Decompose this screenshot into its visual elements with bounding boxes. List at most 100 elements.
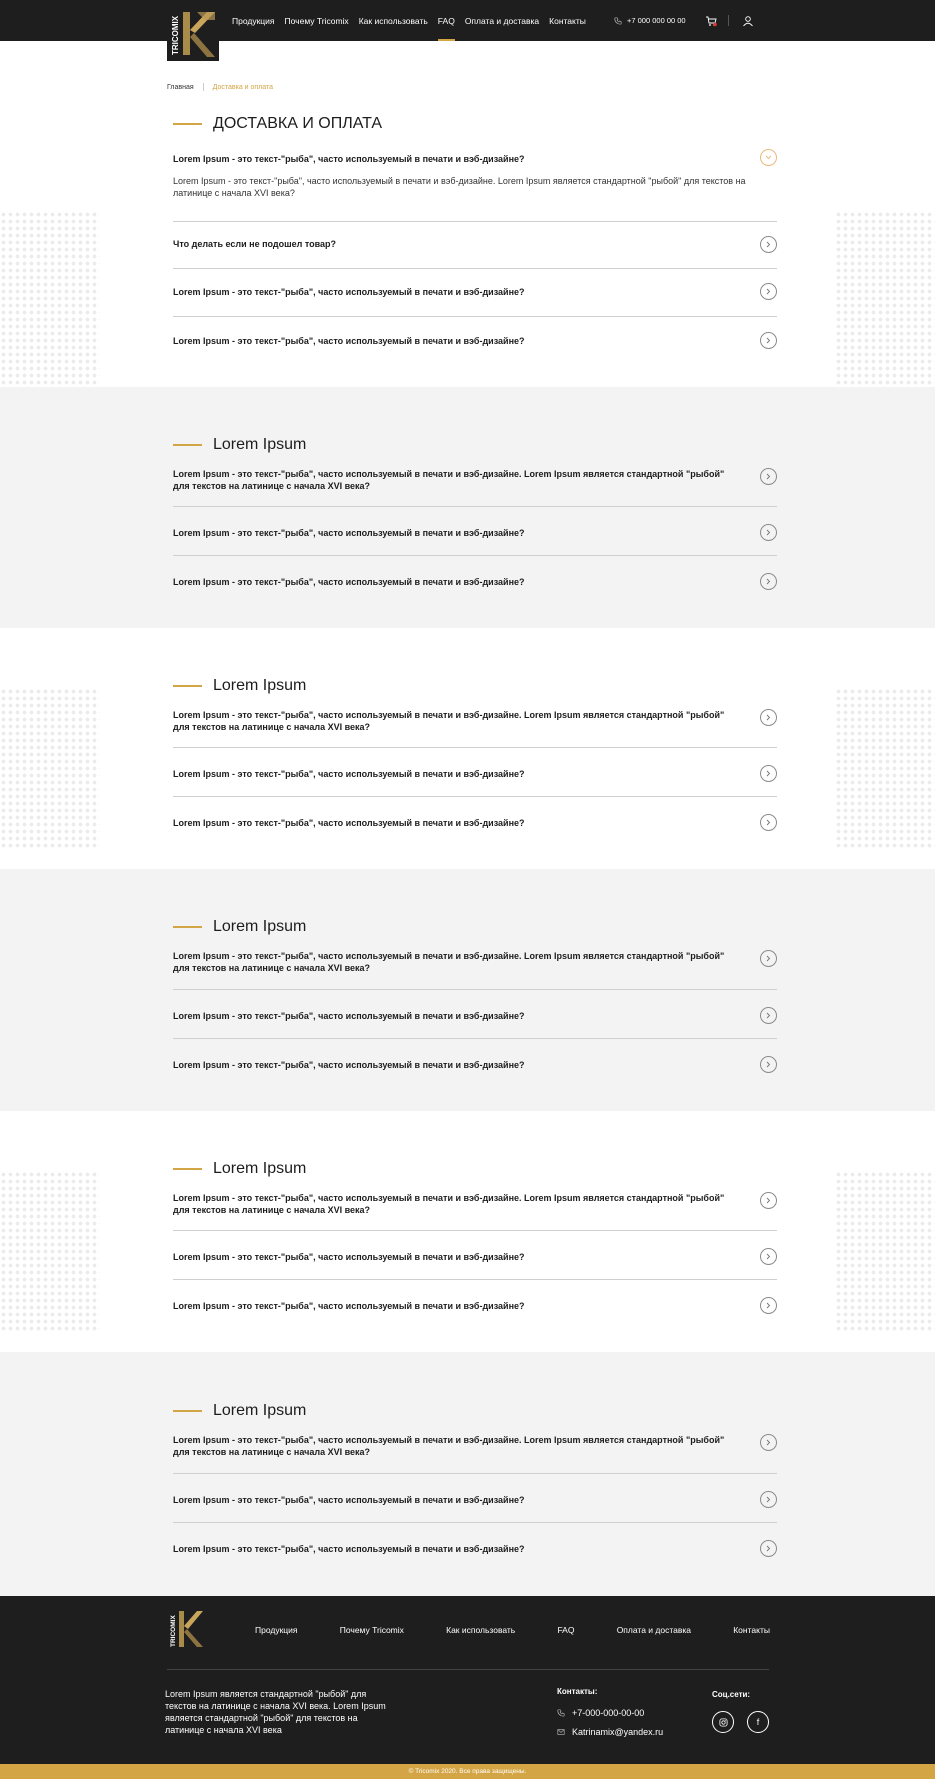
expand-button[interactable]	[760, 236, 777, 253]
faq-question: Lorem Ipsum - это текст-"рыба", часто ис…	[173, 1495, 525, 1505]
faq-question: Lorem Ipsum - это текст-"рыба", часто ис…	[173, 287, 525, 297]
expand-button[interactable]	[760, 765, 777, 782]
logo[interactable]: TRICOMIX	[167, 8, 219, 61]
chevron-right-icon	[766, 1496, 771, 1503]
faq-question: Lorem Ipsum - это текст-"рыба", часто ис…	[173, 528, 525, 538]
svg-text:TRICOMIX: TRICOMIX	[171, 15, 180, 55]
expand-button[interactable]	[760, 468, 777, 485]
header-phone[interactable]: +7 000 000 00 00	[614, 0, 686, 41]
decor-dots	[835, 688, 935, 848]
faq-item[interactable]: Lorem Ipsum - это текст-"рыба", часто ис…	[173, 1189, 777, 1231]
expand-button[interactable]	[760, 1007, 777, 1024]
title-accent-line	[173, 1168, 202, 1170]
chevron-right-icon	[766, 955, 771, 962]
expand-button[interactable]	[760, 1297, 777, 1314]
footer-logo[interactable]: TRICOMIX	[167, 1610, 205, 1653]
section-title: Lorem Ipsum	[173, 1160, 306, 1178]
footer-nav-contacts[interactable]: Контакты	[733, 1625, 770, 1635]
footer-nav-how-to-use[interactable]: Как использовать	[446, 1625, 515, 1635]
faq-question: Lorem Ipsum - это текст-"рыба", часто ис…	[173, 1544, 525, 1554]
page-title: ДОСТАВКА И ОПЛАТА	[213, 115, 383, 132]
title-accent-line	[173, 1410, 202, 1412]
footer-nav: Продукция Почему Tricomix Как использова…	[255, 1625, 770, 1635]
faq-answer: Lorem Ipsum - это текст-"рыба", часто ис…	[173, 176, 746, 198]
expand-button[interactable]	[760, 524, 777, 541]
expand-button[interactable]	[760, 1491, 777, 1508]
nav-item-why[interactable]: Почему Tricomix	[285, 0, 349, 41]
chevron-right-icon	[766, 1197, 771, 1204]
faq-item[interactable]: Lorem Ipsum - это текст-"рыба", часто ис…	[173, 1431, 777, 1474]
faq-item[interactable]: Lorem Ipsum - это текст-"рыба", часто ис…	[173, 465, 777, 507]
expand-button[interactable]	[760, 950, 777, 967]
header-phone-text: +7 000 000 00 00	[627, 16, 686, 25]
faq-section: Lorem Ipsum Lorem Ipsum - это текст-"рыб…	[0, 869, 935, 1111]
expand-button[interactable]	[760, 1248, 777, 1265]
faq-item[interactable]: Lorem Ipsum - это текст-"рыба", часто ис…	[173, 797, 777, 847]
faq-item[interactable]: Lorem Ipsum - это текст-"рыба", часто ис…	[173, 1280, 777, 1330]
faq-item[interactable]: Lorem Ipsum - это текст-"рыба", часто ис…	[173, 507, 777, 556]
chevron-right-icon	[766, 1545, 771, 1552]
faq-item[interactable]: Lorem Ipsum - это текст-"рыба", часто ис…	[173, 317, 777, 365]
expand-button[interactable]	[760, 573, 777, 590]
footer-email-text: Katrinamix@yandex.ru	[572, 1727, 664, 1737]
faq-question: Lorem Ipsum - это текст-"рыба", часто ис…	[173, 1193, 725, 1215]
faq-item[interactable]: Lorem Ipsum - это текст-"рыба", часто ис…	[173, 1231, 777, 1280]
footer-email[interactable]: Katrinamix@yandex.ru	[557, 1727, 663, 1737]
faq-item[interactable]: Lorem Ipsum - это текст-"рыба", часто ис…	[173, 1474, 777, 1523]
faq-item[interactable]: Lorem Ipsum - это текст-"рыба", часто ис…	[173, 947, 777, 990]
faq-question: Lorem Ipsum - это текст-"рыба", часто ис…	[173, 951, 725, 973]
faq-item[interactable]: Lorem Ipsum - это текст-"рыба", часто ис…	[173, 706, 777, 748]
expand-button[interactable]	[760, 1056, 777, 1073]
nav-item-how-to-use[interactable]: Как использовать	[359, 0, 428, 41]
footer-phone-text: +7-000-000-00-00	[572, 1708, 645, 1718]
footer-nav-why[interactable]: Почему Tricomix	[340, 1625, 404, 1635]
expand-button[interactable]	[760, 1540, 777, 1557]
faq-item[interactable]: Lorem Ipsum - это текст-"рыба", часто ис…	[173, 269, 777, 317]
faq-item-open[interactable]: Lorem Ipsum - это текст-"рыба", часто ис…	[173, 147, 777, 222]
chevron-right-icon	[766, 1061, 771, 1068]
footer-nav-payment-delivery[interactable]: Оплата и доставка	[617, 1625, 691, 1635]
section-heading: Lorem Ipsum	[213, 677, 307, 694]
nav-item-products[interactable]: Продукция	[232, 0, 275, 41]
cart-icon[interactable]	[705, 14, 717, 32]
instagram-button[interactable]	[712, 1711, 734, 1733]
faq-question: Lorem Ipsum - это текст-"рыба", часто ис…	[173, 336, 525, 346]
faq-item[interactable]: Lorem Ipsum - это текст-"рыба", часто ис…	[173, 748, 777, 797]
faq-question: Lorem Ipsum - это текст-"рыба", часто ис…	[173, 710, 725, 732]
nav-item-contacts[interactable]: Контакты	[549, 0, 586, 41]
footer-nav-faq[interactable]: FAQ	[557, 1625, 574, 1635]
footer-social: Соц.сети: f	[712, 1690, 769, 1733]
chevron-right-icon	[766, 1439, 771, 1446]
main-nav: Продукция Почему Tricomix Как использова…	[232, 0, 586, 41]
expand-button[interactable]	[760, 1434, 777, 1451]
faq-item[interactable]: Lorem Ipsum - это текст-"рыба", часто ис…	[173, 556, 777, 606]
nav-item-faq[interactable]: FAQ	[437, 0, 455, 41]
faq-item[interactable]: Что делать если не подошел товар?	[173, 222, 777, 269]
footer-contacts: Контакты: +7-000-000-00-00 Katrinamix@ya…	[557, 1687, 663, 1746]
footer-phone[interactable]: +7-000-000-00-00	[557, 1708, 663, 1718]
logo-mark-icon: TRICOMIX	[167, 8, 219, 61]
faq-item[interactable]: Lorem Ipsum - это текст-"рыба", часто ис…	[173, 990, 777, 1039]
expand-button[interactable]	[760, 283, 777, 300]
nav-item-payment-delivery[interactable]: Оплата и доставка	[465, 0, 539, 41]
collapse-button[interactable]	[760, 149, 777, 166]
faq-item[interactable]: Lorem Ipsum - это текст-"рыба", часто ис…	[173, 1039, 777, 1089]
expand-button[interactable]	[760, 814, 777, 831]
phone-icon	[614, 16, 622, 25]
faq-section-delivery: ДОСТАВКА И ОПЛАТА Lorem Ipsum - это текс…	[0, 41, 935, 431]
faq-section: Lorem Ipsum Lorem Ipsum - это текст-"рыб…	[0, 1352, 935, 1596]
footer-divider	[167, 1669, 769, 1670]
expand-button[interactable]	[760, 709, 777, 726]
expand-button[interactable]	[760, 1192, 777, 1209]
site-footer: TRICOMIX Продукция Почему Tricomix Как и…	[0, 1596, 935, 1764]
faq-question: Lorem Ipsum - это текст-"рыба", часто ис…	[173, 469, 725, 491]
faq-item[interactable]: Lorem Ipsum - это текст-"рыба", часто ис…	[173, 1523, 777, 1573]
user-icon[interactable]	[742, 14, 754, 32]
decor-dots	[0, 1171, 100, 1331]
title-accent-line	[173, 926, 202, 928]
expand-button[interactable]	[760, 332, 777, 349]
contacts-title: Контакты:	[557, 1687, 598, 1696]
footer-nav-products[interactable]: Продукция	[255, 1625, 298, 1635]
facebook-button[interactable]: f	[747, 1711, 769, 1733]
title-accent-line	[173, 444, 202, 446]
